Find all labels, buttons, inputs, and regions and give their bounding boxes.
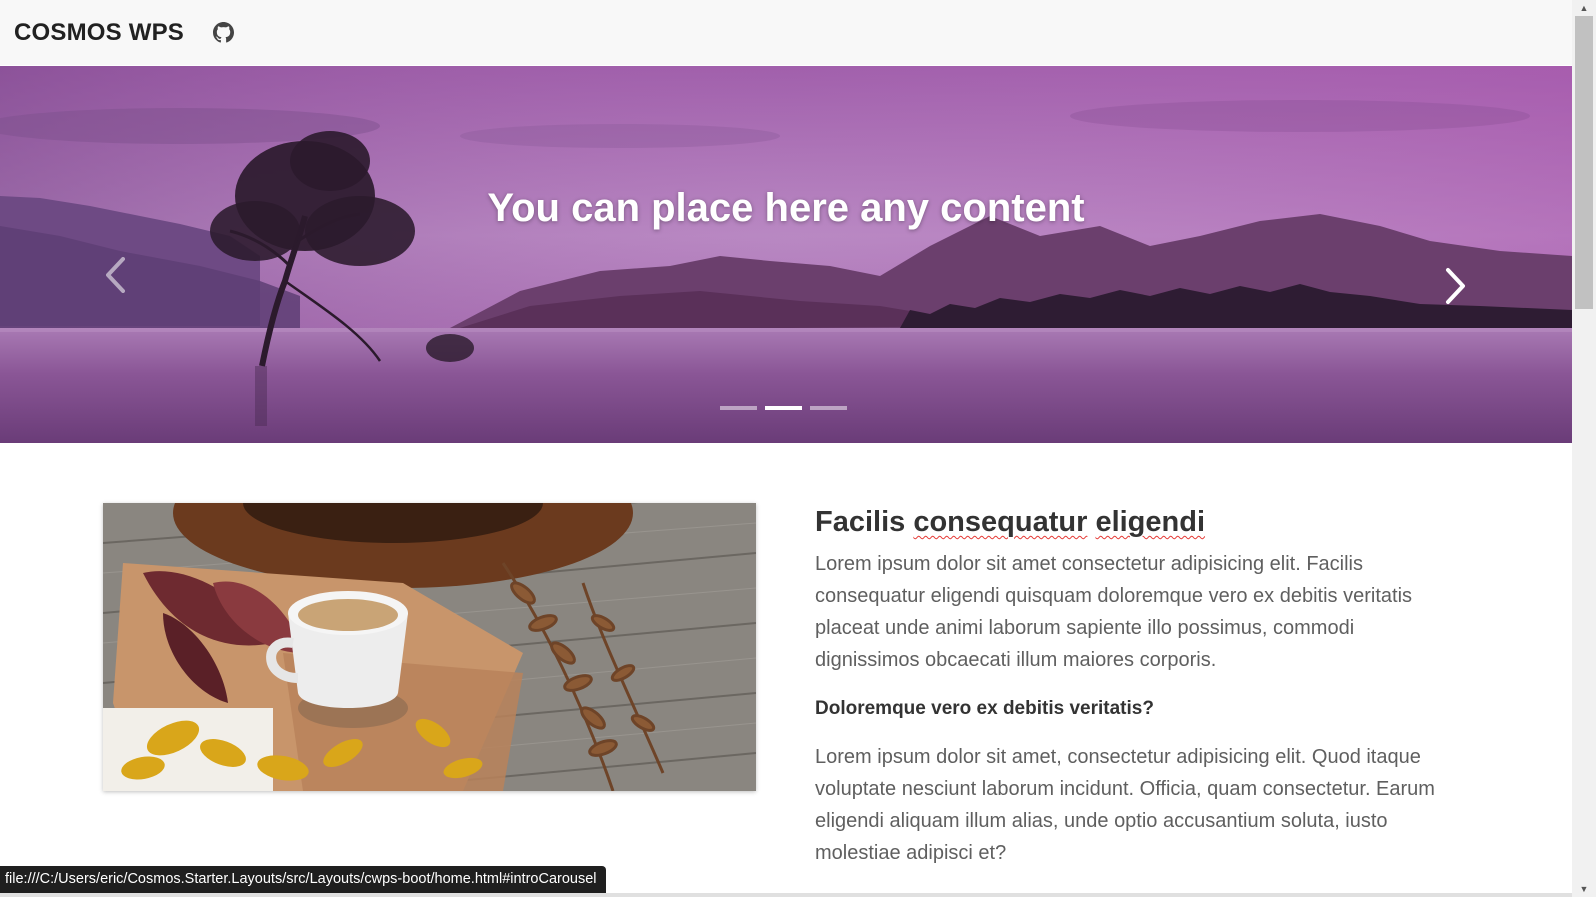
horizontal-scrollbar[interactable] [0, 893, 1572, 897]
top-navbar: COSMOS WPS [0, 0, 1572, 65]
brand-logo[interactable]: COSMOS WPS [14, 19, 184, 47]
chevron-left-icon [106, 257, 125, 293]
intro-carousel[interactable]: You can place here any content [0, 66, 1572, 443]
chevron-right-icon [1446, 268, 1465, 304]
vertical-scrollbar[interactable]: ▲ ▼ [1572, 0, 1596, 897]
carousel-slide-image [0, 66, 1572, 443]
carousel-indicator-1[interactable] [720, 406, 757, 410]
feature-image [103, 503, 756, 791]
scroll-up-arrow-icon[interactable]: ▲ [1572, 0, 1596, 16]
github-icon[interactable] [212, 22, 234, 44]
carousel-prev-button[interactable] [95, 250, 135, 300]
article-paragraph-1: Lorem ipsum dolor sit amet consectetur a… [815, 553, 1413, 671]
carousel-indicator-3[interactable] [810, 406, 847, 410]
scroll-down-arrow-icon[interactable]: ▼ [1572, 881, 1596, 897]
article-paragraph-2: Lorem ipsum dolor sit amet, consectetur … [815, 746, 1435, 864]
carousel-indicators [720, 406, 847, 410]
article-subheading: Doloremque vero ex debitis veritatis? [815, 698, 1154, 719]
carousel-next-button[interactable] [1436, 261, 1476, 311]
link-status-url: file:///C:/Users/eric/Cosmos.Starter.Lay… [0, 866, 606, 893]
article-text: Facilis consequatur eligendi Lorem ipsum… [815, 502, 1455, 869]
article-heading: Facilis consequatur eligendi [815, 506, 1206, 538]
carousel-indicator-2[interactable] [765, 406, 802, 410]
carousel-caption: You can place here any content [487, 186, 1085, 230]
scrollbar-thumb[interactable] [1575, 16, 1593, 309]
